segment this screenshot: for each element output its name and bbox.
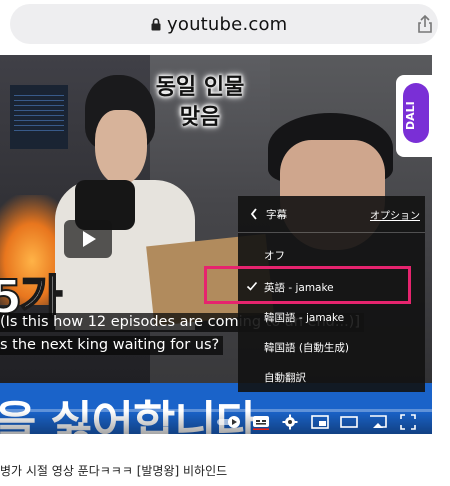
subtitle-item-label: 韓国語 (自動生成) [264, 342, 350, 354]
subtitle-menu-title: 字幕 [266, 209, 287, 221]
browser-top-bar: youtube.com [0, 0, 450, 52]
chevron-left-icon[interactable] [249, 207, 259, 221]
selection-highlight-box [204, 266, 411, 304]
subtitle-item-label: 自動翻訳 [264, 372, 306, 384]
autoplay-toggle[interactable] [216, 414, 242, 430]
thumbnail-overlay-text: 동일 인물 맞음 [155, 75, 245, 130]
cast-icon[interactable] [369, 414, 387, 430]
subtitle-item-korean-auto[interactable]: 韓国語 (自動生成) [238, 333, 425, 361]
play-button[interactable] [64, 220, 112, 258]
miniplayer-icon[interactable] [311, 414, 329, 430]
subtitle-item-auto-translate[interactable]: 自動翻訳 [238, 363, 425, 391]
subtitle-item-off[interactable]: オフ [238, 241, 425, 269]
video-title[interactable]: 병가 시절 영상 푼다ㅋㅋㅋ [발명왕] 비하인드 [0, 462, 227, 479]
address-bar[interactable]: youtube.com [10, 4, 438, 44]
theater-mode-icon[interactable] [340, 414, 358, 430]
subtitles-icon[interactable] [252, 414, 270, 430]
share-icon[interactable] [415, 14, 435, 34]
fullscreen-icon[interactable] [400, 414, 416, 430]
subtitle-options-link[interactable]: オプション [370, 207, 420, 222]
subtitle-item-label: 韓国語 - jamake [264, 312, 345, 324]
subtitle-item-korean-jamake[interactable]: 韓国語 - jamake [238, 303, 425, 331]
channel-logo-text: DALI [404, 101, 417, 131]
subtitle-menu-header: 字幕 オプション [238, 196, 425, 233]
lock-icon [151, 18, 161, 31]
subtitle-item-label: オフ [264, 250, 285, 262]
url-text[interactable]: youtube.com [167, 14, 287, 35]
play-icon [83, 231, 96, 247]
caption-line-2: s the next king waiting for us? [0, 336, 224, 355]
monitor-lines [14, 95, 64, 135]
settings-gear-icon[interactable] [282, 414, 298, 430]
